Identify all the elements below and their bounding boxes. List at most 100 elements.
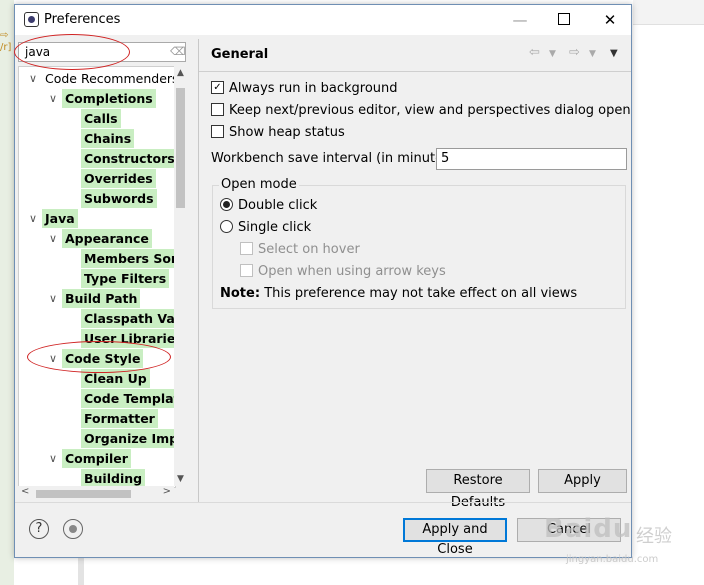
preferences-dialog: Preferences — ✕ java ⌫ ∨ Code Recommender… (14, 4, 632, 558)
close-button[interactable]: ✕ (588, 8, 632, 32)
expand-chevron-icon[interactable]: ∨ (47, 89, 59, 108)
watermark-brand-cn: 经验 (636, 526, 672, 547)
eclipse-app-icon (24, 12, 39, 27)
expand-chevron-icon[interactable]: ∨ (47, 349, 59, 368)
scroll-up-icon[interactable]: ▲ (174, 68, 187, 78)
background-editor-strip: ⇨/r] (0, 0, 14, 585)
tree-item-label: Formatter (81, 409, 158, 428)
tree-item-label: Subwords (81, 189, 157, 208)
back-arrow-icon[interactable]: ⇦ (529, 45, 540, 60)
always-run-bg-label: Always run in background (229, 81, 398, 96)
tree-item[interactable]: ∨ Code Recommenders (19, 69, 175, 88)
open-arrow-keys-checkbox (240, 264, 253, 277)
tree-item-label: Overrides (81, 169, 156, 188)
always-run-bg-row[interactable]: ✓ Always run in background (211, 79, 398, 99)
hscroll-thumb[interactable] (36, 490, 131, 498)
maximize-icon (558, 13, 570, 25)
tree-item[interactable]: Code Templat (19, 389, 175, 408)
tree-item-label: Code Style (62, 349, 144, 368)
scroll-thumb[interactable] (176, 88, 185, 208)
tree-item-label: Organize Impo (81, 429, 175, 448)
tree-item-label: Completions (62, 89, 156, 108)
clear-filter-icon[interactable]: ⌫ (170, 45, 186, 59)
tree-item-label: Compiler (62, 449, 131, 468)
single-click-label: Single click (238, 220, 312, 235)
tree-item[interactable]: Constructors (19, 149, 175, 168)
tree-item-label: Clean Up (81, 369, 150, 388)
tree-item[interactable]: ∨ Completions (19, 89, 175, 108)
show-heap-checkbox[interactable] (211, 125, 224, 138)
tree-item[interactable]: Overrides (19, 169, 175, 188)
background-tab-area (633, 0, 704, 25)
save-interval-input[interactable]: 5 (436, 148, 627, 170)
expand-chevron-icon[interactable]: ∨ (47, 289, 59, 308)
tree-item[interactable]: ∨ Appearance (19, 229, 175, 248)
expand-chevron-icon[interactable]: ∨ (47, 229, 59, 248)
tree-item[interactable]: Subwords (19, 189, 175, 208)
expand-chevron-icon[interactable]: ∨ (27, 209, 39, 228)
scroll-down-icon[interactable]: ▼ (174, 474, 187, 484)
maximize-button[interactable] (542, 8, 586, 32)
tree-item[interactable]: User Libraries (19, 329, 175, 348)
tree-item-label: User Libraries (81, 329, 175, 348)
tree-vertical-scrollbar[interactable]: ▲ ▼ (174, 66, 187, 486)
expand-chevron-icon[interactable]: ∨ (47, 449, 59, 468)
window-title: Preferences (44, 12, 121, 27)
tree-item-label: Code Recommenders (45, 71, 176, 86)
always-run-bg-checkbox[interactable]: ✓ (211, 81, 224, 94)
keep-next-prev-checkbox[interactable] (211, 103, 224, 116)
restore-defaults-button[interactable]: Restore Defaults (426, 469, 530, 510)
forward-arrow-icon[interactable]: ⇨ (569, 45, 580, 60)
tree-item[interactable]: Formatter (19, 409, 175, 428)
keep-next-prev-label: Keep next/previous editor, view and pers… (229, 103, 631, 118)
tree-item-label: Classpath Vari (81, 309, 175, 328)
tree-item[interactable]: ∨ Compiler (19, 449, 175, 468)
tree-item[interactable]: Chains (19, 129, 175, 148)
back-menu-icon[interactable]: ▼ (549, 49, 556, 59)
title-bar: Preferences — ✕ (15, 5, 631, 35)
preference-page: General ⇦ ▼ ⇨ ▼ ▼ ✓ Always run in backgro… (199, 39, 631, 510)
double-click-row[interactable]: Double click (220, 196, 317, 216)
scroll-left-icon[interactable]: < (21, 486, 29, 497)
note-row: Note: This preference may not take effec… (220, 284, 577, 304)
tree-item[interactable]: Organize Impo (19, 429, 175, 448)
tree-item[interactable]: Members Sort (19, 249, 175, 268)
tree-item[interactable]: ∨ Code Style (19, 349, 175, 368)
open-arrow-keys-row: Open when using arrow keys (240, 262, 446, 282)
tree-item[interactable]: Type Filters (19, 269, 175, 288)
help-icon[interactable]: ? (29, 519, 49, 539)
page-title: General (211, 47, 269, 62)
tree-item[interactable]: Calls (19, 109, 175, 128)
apply-and-close-button[interactable]: Apply and Close (403, 518, 507, 557)
keep-next-prev-row[interactable]: Keep next/previous editor, view and pers… (211, 101, 631, 121)
tree-horizontal-scrollbar[interactable]: < > (18, 486, 174, 502)
note-text: This preference may not take effect on a… (264, 286, 578, 301)
tree-item[interactable]: Classpath Vari (19, 309, 175, 328)
scroll-right-icon[interactable]: > (163, 486, 171, 497)
select-on-hover-row: Select on hover (240, 240, 360, 260)
filter-input[interactable]: java ⌫ (18, 42, 186, 62)
navigation-pane: java ⌫ ∨ Code Recommenders ∨ Completions Cal… (15, 39, 198, 502)
filter-text[interactable]: java (25, 45, 50, 59)
import-export-icon[interactable] (63, 519, 83, 539)
watermark: Baidu 经验 jingyan.baidu.com (540, 508, 700, 578)
forward-menu-icon[interactable]: ▼ (589, 49, 596, 59)
single-click-row[interactable]: Single click (220, 218, 311, 238)
footer-separator (15, 502, 631, 503)
view-menu-icon[interactable]: ▼ (610, 48, 618, 59)
preference-tree[interactable]: ∨ Code Recommenders ∨ Completions Calls Chain… (18, 66, 176, 488)
save-interval-label: Workbench save interval (in minutes): (211, 151, 460, 166)
double-click-radio[interactable] (220, 198, 233, 211)
minimize-button[interactable]: — (498, 8, 542, 32)
tree-item[interactable]: Clean Up (19, 369, 175, 388)
expand-chevron-icon[interactable]: ∨ (27, 69, 39, 88)
show-heap-row[interactable]: Show heap status (211, 123, 345, 143)
tree-item[interactable]: ∨ Java (19, 209, 175, 228)
tree-item-label: Constructors (81, 149, 175, 168)
single-click-radio[interactable] (220, 220, 233, 233)
select-on-hover-label: Select on hover (258, 242, 360, 257)
tree-item[interactable]: ∨ Build Path (19, 289, 175, 308)
tree-item-label: Chains (81, 129, 135, 148)
apply-button[interactable]: Apply (538, 469, 627, 493)
watermark-brand: Baidu (544, 514, 633, 544)
